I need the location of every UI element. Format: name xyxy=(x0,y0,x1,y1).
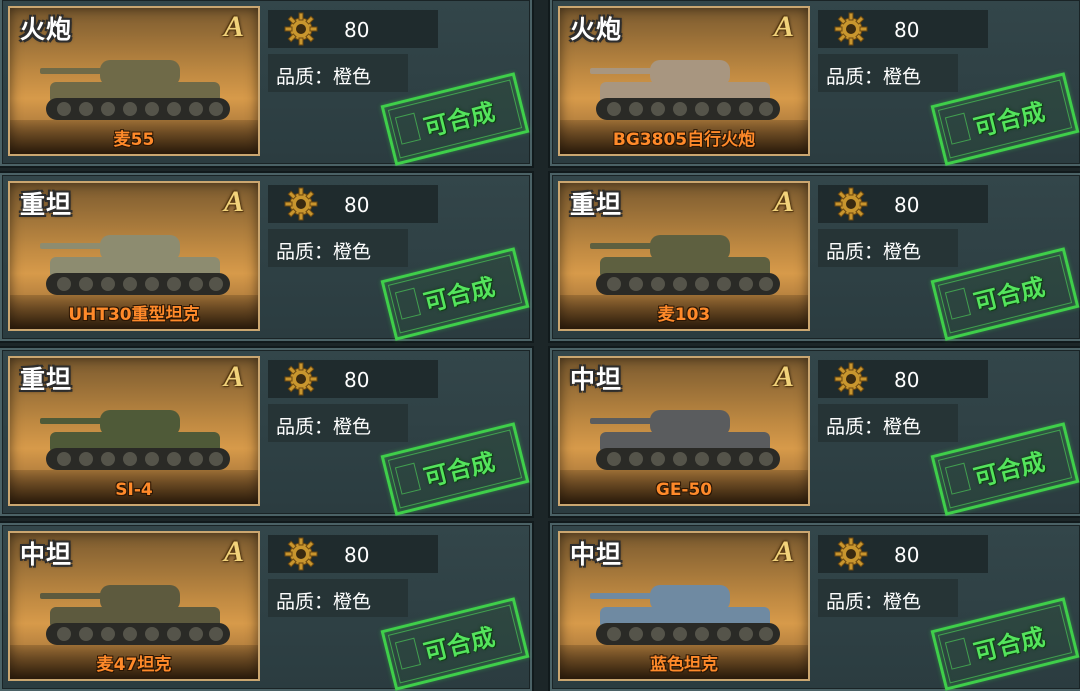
cost-value: 80 xyxy=(344,368,370,392)
cost-value: 80 xyxy=(344,18,370,42)
gear-icon xyxy=(834,12,868,46)
vehicle-type-label: 中坦 xyxy=(570,540,623,569)
quality-label: 品质：橙色 xyxy=(276,591,372,613)
vehicle-type-label: 重坦 xyxy=(570,190,623,219)
vehicle-portrait[interactable]: 中坦 A 蓝色坦克 xyxy=(558,531,810,681)
vehicle-type-label: 中坦 xyxy=(20,540,73,569)
stamp-label: 可合成 xyxy=(971,97,1048,143)
grade-badge: A xyxy=(773,185,794,218)
quality-row: 品质：橙色 xyxy=(268,54,408,92)
quality-row: 品质：橙色 xyxy=(818,229,958,267)
cost-value: 80 xyxy=(344,543,370,567)
vehicle-card[interactable]: 中坦 A GE-50 80 品质：橙色 可合成 xyxy=(550,348,1080,516)
vehicle-card[interactable]: 火炮 A BG3805自行火炮 80 品质：橙色 可合成 xyxy=(550,0,1080,166)
vehicle-name: GE-50 xyxy=(655,480,713,500)
stamp-label: 可合成 xyxy=(971,622,1048,668)
stamp-label: 可合成 xyxy=(421,622,498,668)
vehicle-card[interactable]: 火炮 A 麦55 80 品质：橙色 可合成 xyxy=(0,0,532,166)
gear-icon xyxy=(834,537,868,571)
grade-badge: A xyxy=(773,535,794,568)
cost-value: 80 xyxy=(894,543,920,567)
grade-badge: A xyxy=(223,360,244,393)
vehicle-type-label: 中坦 xyxy=(570,365,623,394)
quality-label: 品质：橙色 xyxy=(276,241,372,263)
quality-row: 品质：橙色 xyxy=(268,229,408,267)
vehicle-card[interactable]: 重坦 A SI-4 80 品质：橙色 可合成 xyxy=(0,348,532,516)
vehicle-card[interactable]: 重坦 A UHT30重型坦克 80 品质：橙色 可合成 xyxy=(0,173,532,341)
quality-row: 品质：橙色 xyxy=(818,404,958,442)
cost-row: 80 xyxy=(268,360,438,398)
gear-icon xyxy=(284,362,318,396)
grade-badge: A xyxy=(223,535,244,568)
vehicle-portrait[interactable]: 中坦 A 麦47坦克 xyxy=(8,531,260,681)
vehicle-type-label: 重坦 xyxy=(20,365,73,394)
vehicle-card[interactable]: 中坦 A 蓝色坦克 80 品质：橙色 可合成 xyxy=(550,523,1080,691)
vehicle-type-label: 重坦 xyxy=(20,190,73,219)
cost-row: 80 xyxy=(268,535,438,573)
stamp-label: 可合成 xyxy=(421,447,498,493)
gear-icon xyxy=(284,537,318,571)
grade-badge: A xyxy=(223,10,244,43)
grade-badge: A xyxy=(223,185,244,218)
quality-row: 品质：橙色 xyxy=(818,579,958,617)
quality-label: 品质：橙色 xyxy=(826,416,922,438)
vehicle-card[interactable]: 中坦 A 麦47坦克 80 品质：橙色 可合成 xyxy=(0,523,532,691)
vehicle-portrait[interactable]: 中坦 A GE-50 xyxy=(558,356,810,506)
quality-label: 品质：橙色 xyxy=(826,66,922,88)
stamp-label: 可合成 xyxy=(421,97,498,143)
vehicle-portrait[interactable]: 重坦 A UHT30重型坦克 xyxy=(8,181,260,331)
cost-row: 80 xyxy=(818,360,988,398)
quality-row: 品质：橙色 xyxy=(268,579,408,617)
quality-row: 品质：橙色 xyxy=(818,54,958,92)
vehicle-name: UHT30重型坦克 xyxy=(68,305,200,325)
vehicle-type-label: 火炮 xyxy=(20,15,73,44)
gear-icon xyxy=(284,187,318,221)
quality-row: 品质：橙色 xyxy=(268,404,408,442)
vehicle-name: 麦103 xyxy=(657,305,711,325)
cost-row: 80 xyxy=(818,10,988,48)
cost-value: 80 xyxy=(894,18,920,42)
cost-row: 80 xyxy=(268,10,438,48)
gear-icon xyxy=(834,187,868,221)
quality-label: 品质：橙色 xyxy=(276,416,372,438)
stamp-label: 可合成 xyxy=(971,447,1048,493)
cost-row: 80 xyxy=(268,185,438,223)
vehicle-portrait[interactable]: 重坦 A 麦103 xyxy=(558,181,810,331)
stamp-label: 可合成 xyxy=(421,272,498,318)
cost-row: 80 xyxy=(818,535,988,573)
quality-label: 品质：橙色 xyxy=(826,591,922,613)
gear-icon xyxy=(834,362,868,396)
cost-value: 80 xyxy=(894,368,920,392)
cost-value: 80 xyxy=(894,193,920,217)
vehicle-card-grid: 火炮 A 麦55 80 品质：橙色 可合成 火炮 A BG3805自行火炮 80… xyxy=(0,0,1080,691)
gear-icon xyxy=(284,12,318,46)
vehicle-card[interactable]: 重坦 A 麦103 80 品质：橙色 可合成 xyxy=(550,173,1080,341)
vehicle-name: BG3805自行火炮 xyxy=(612,130,756,150)
grade-badge: A xyxy=(773,10,794,43)
vehicle-name: 麦55 xyxy=(113,130,155,150)
quality-label: 品质：橙色 xyxy=(276,66,372,88)
cost-row: 80 xyxy=(818,185,988,223)
vehicle-portrait[interactable]: 火炮 A BG3805自行火炮 xyxy=(558,6,810,156)
grade-badge: A xyxy=(773,360,794,393)
vehicle-portrait[interactable]: 火炮 A 麦55 xyxy=(8,6,260,156)
vehicle-portrait[interactable]: 重坦 A SI-4 xyxy=(8,356,260,506)
stamp-label: 可合成 xyxy=(971,272,1048,318)
cost-value: 80 xyxy=(344,193,370,217)
quality-label: 品质：橙色 xyxy=(826,241,922,263)
vehicle-type-label: 火炮 xyxy=(570,15,623,44)
vehicle-name: SI-4 xyxy=(115,480,153,500)
